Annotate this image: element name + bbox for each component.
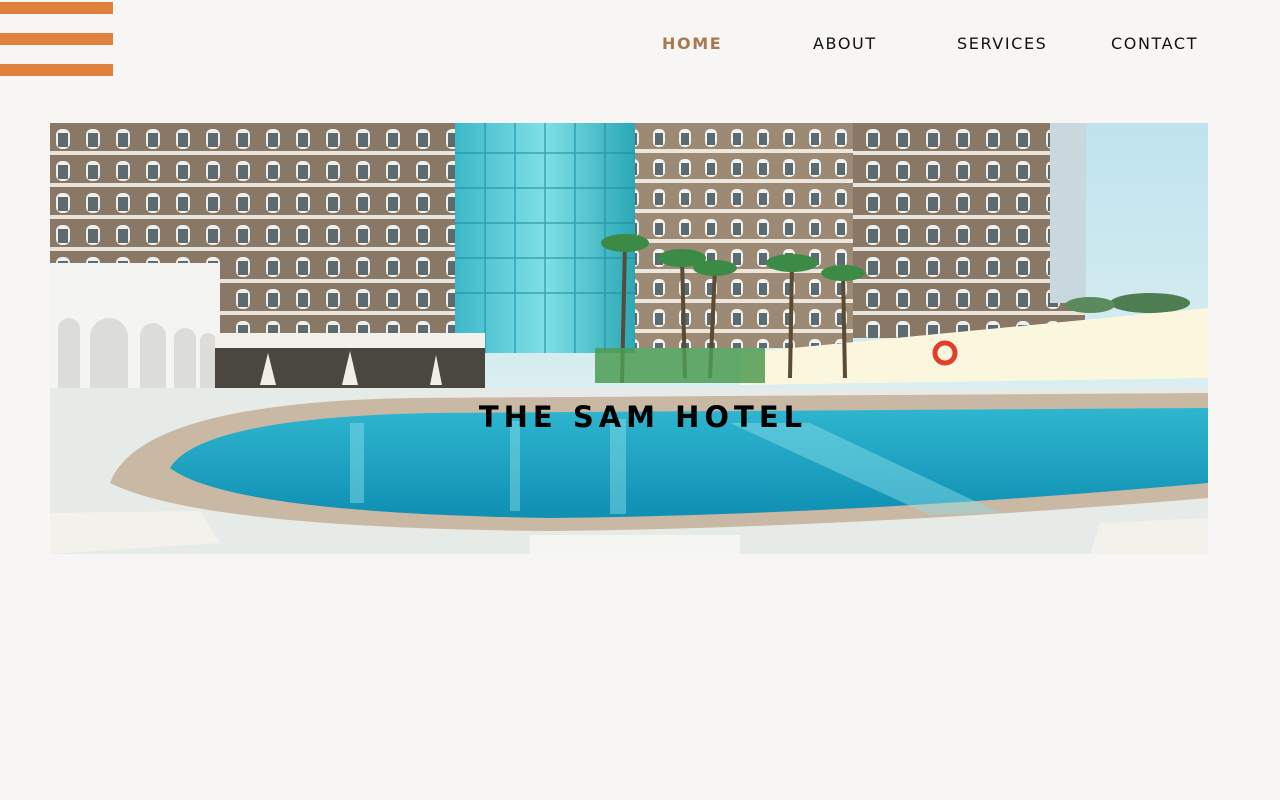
nav-home-link[interactable]: HOME xyxy=(662,33,722,55)
page: HOME ABOUT SERVICES CONTACT THE SAM HOTE… xyxy=(0,0,1280,800)
nav-contact-link[interactable]: CONTACT xyxy=(1111,33,1198,55)
main-nav: HOME ABOUT SERVICES CONTACT xyxy=(0,33,1280,57)
hotel-pool-illustration xyxy=(50,123,1208,554)
hero-hotel-image xyxy=(50,123,1208,554)
nav-about-link[interactable]: ABOUT xyxy=(813,33,877,55)
menu-bar-bottom xyxy=(0,64,113,76)
nav-services-link[interactable]: SERVICES xyxy=(957,33,1047,55)
menu-bar-top xyxy=(0,2,113,14)
hero-title: THE SAM HOTEL xyxy=(478,400,808,435)
